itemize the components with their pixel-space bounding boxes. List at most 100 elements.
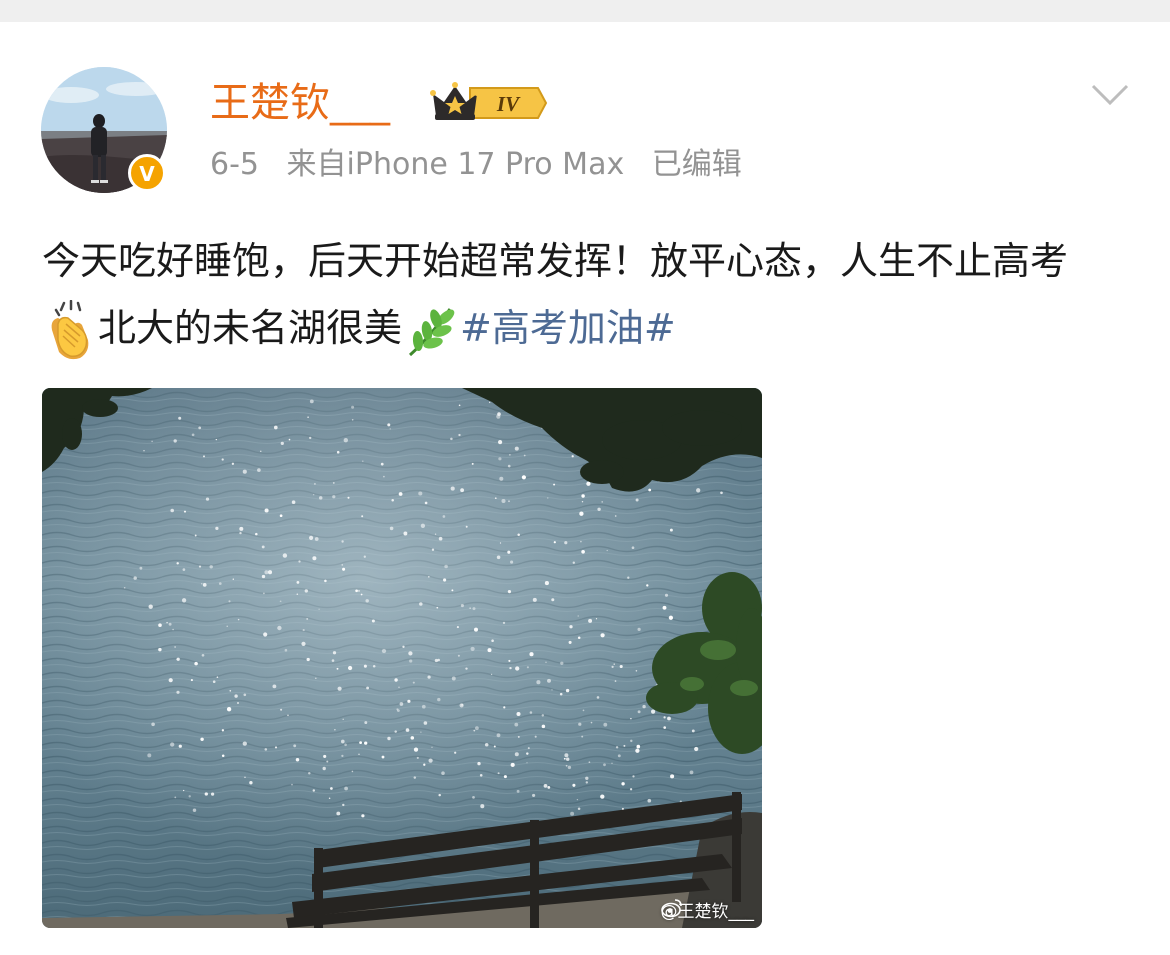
edited-label[interactable]: 已编辑 xyxy=(652,147,742,182)
water-sparkle xyxy=(423,763,426,766)
water-sparkle xyxy=(460,604,464,608)
water-sparkle xyxy=(669,528,673,532)
water-sparkle xyxy=(570,811,575,816)
water-sparkle xyxy=(336,667,339,670)
water-sparkle xyxy=(516,789,520,793)
water-sparkle xyxy=(380,462,384,466)
water-sparkle xyxy=(344,786,348,791)
water-sparkle xyxy=(343,438,348,443)
water-sparkle xyxy=(182,568,186,571)
water-sparkle xyxy=(498,440,503,445)
water-sparkle xyxy=(226,625,228,627)
water-sparkle xyxy=(158,647,162,652)
water-sparkle xyxy=(480,804,485,809)
clapping-hands-icon xyxy=(51,299,89,359)
chevron-down-icon[interactable] xyxy=(1090,82,1130,108)
water-sparkle xyxy=(226,707,232,712)
water-sparkle xyxy=(396,708,399,711)
water-sparkle xyxy=(551,689,553,691)
water-sparkle xyxy=(514,722,519,727)
water-sparkle xyxy=(151,722,155,727)
water-sparkle xyxy=(147,753,152,758)
water-sparkle xyxy=(291,783,293,786)
water-sparkle xyxy=(565,688,570,693)
water-sparkle xyxy=(204,792,208,796)
water-sparkle xyxy=(421,704,426,709)
hashtag-link[interactable]: #高考加油# xyxy=(460,306,676,350)
water-sparkle xyxy=(143,450,145,452)
water-sparkle xyxy=(510,560,514,564)
water-sparkle xyxy=(670,774,675,779)
water-sparkle xyxy=(307,416,309,419)
water-sparkle xyxy=(508,659,511,662)
water-sparkle xyxy=(231,462,235,465)
water-sparkle xyxy=(459,703,464,708)
water-sparkle xyxy=(553,483,556,486)
post-photo[interactable]: @王楚钦___ xyxy=(42,388,762,928)
water-sparkle xyxy=(508,500,510,503)
water-sparkle xyxy=(264,748,268,751)
water-sparkle xyxy=(509,666,512,670)
water-sparkle xyxy=(582,709,585,712)
water-sparkle xyxy=(499,542,502,544)
water-sparkle xyxy=(277,625,282,631)
water-sparkle xyxy=(347,496,350,499)
water-sparkle xyxy=(627,576,630,579)
water-sparkle xyxy=(479,774,483,777)
water-sparkle xyxy=(577,807,581,811)
water-sparkle xyxy=(566,757,570,761)
water-sparkle xyxy=(239,526,244,531)
water-sparkle xyxy=(450,437,453,441)
author-name[interactable]: 王楚钦___ xyxy=(210,78,390,128)
water-sparkle xyxy=(191,433,195,437)
water-sparkle xyxy=(309,399,314,404)
water-sparkle xyxy=(667,716,671,721)
water-sparkle xyxy=(341,540,344,543)
water-sparkle xyxy=(296,593,299,595)
water-sparkle xyxy=(451,589,454,592)
water-sparkle xyxy=(364,721,368,725)
water-sparkle xyxy=(499,476,504,481)
water-sparkle xyxy=(264,508,269,513)
water-sparkle xyxy=(495,497,497,499)
water-sparkle xyxy=(309,436,312,440)
water-sparkle xyxy=(407,699,411,703)
water-sparkle xyxy=(243,693,247,697)
water-sparkle xyxy=(282,553,288,558)
water-sparkle xyxy=(151,440,153,443)
water-sparkle xyxy=(631,546,635,550)
water-sparkle xyxy=(362,460,364,462)
water-sparkle xyxy=(595,618,598,620)
water-sparkle xyxy=(331,659,335,662)
water-sparkle xyxy=(387,423,391,427)
water-sparkle xyxy=(623,744,626,747)
water-sparkle xyxy=(564,753,569,758)
water-sparkle xyxy=(431,746,433,748)
water-sparkle xyxy=(418,491,423,496)
water-sparkle xyxy=(139,566,143,570)
water-sparkle xyxy=(663,726,666,729)
water-sparkle xyxy=(543,784,548,788)
water-sparkle xyxy=(313,494,315,496)
water-sparkle xyxy=(490,673,493,676)
water-sparkle xyxy=(332,495,336,499)
post-date: 6-5 xyxy=(210,147,259,182)
water-sparkle xyxy=(647,798,652,803)
water-sparkle xyxy=(637,627,641,632)
water-sparkle xyxy=(234,694,238,698)
water-sparkle xyxy=(419,602,423,606)
water-sparkle xyxy=(544,581,549,586)
water-sparkle xyxy=(597,507,601,511)
water-sparkle xyxy=(309,535,314,540)
water-sparkle xyxy=(663,716,666,719)
water-sparkle xyxy=(536,680,541,685)
water-sparkle xyxy=(201,653,205,657)
water-sparkle xyxy=(410,736,415,740)
water-sparkle xyxy=(534,735,537,738)
weibo-logo-icon xyxy=(660,899,682,918)
water-sparkle xyxy=(487,648,492,653)
water-sparkle xyxy=(636,744,641,749)
water-sparkle xyxy=(323,754,327,758)
water-sparkle xyxy=(581,494,585,498)
water-sparkle xyxy=(472,607,476,611)
